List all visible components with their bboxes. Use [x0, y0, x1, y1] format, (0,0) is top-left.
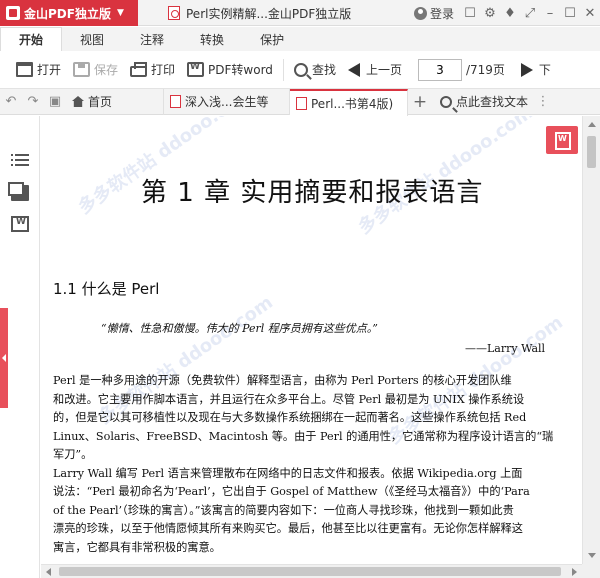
prev-page-button[interactable]: 上一页: [342, 56, 408, 84]
login-label: 登录: [429, 6, 454, 21]
find-text-label: 点此查找文本: [456, 95, 529, 109]
window-controls: 登录 ☐ ⚙ ♦ ⤢ – ☐ ✕: [413, 0, 600, 26]
scroll-thumb[interactable]: [587, 136, 596, 168]
pdf-to-word-button[interactable]: PDF转word: [181, 56, 279, 84]
tab-document-2[interactable]: Perl...书第4版): [290, 88, 408, 116]
save-small-icon[interactable]: ▣: [44, 89, 66, 115]
app-name: 金山PDF独立版: [24, 6, 111, 21]
minimize-icon[interactable]: –: [540, 0, 560, 26]
ribbon-tabs: 开始 视图 注释 转换 保护: [0, 27, 600, 51]
chevron-down-icon: ▼: [116, 8, 124, 18]
pdf-icon: [170, 95, 181, 108]
redo-icon[interactable]: ↷: [22, 89, 44, 115]
section-title: 1.1 什么是 Perl: [53, 280, 160, 298]
maximize-icon[interactable]: ☐: [560, 0, 580, 26]
tab-home[interactable]: 首页: [66, 88, 164, 115]
document-title: Perl实例精解...金山PDF独立版: [168, 0, 351, 26]
scroll-corner: [582, 564, 600, 578]
arrow-left-icon: [347, 62, 360, 77]
pdf-to-word-label: PDF转word: [208, 63, 273, 77]
close-icon[interactable]: ✕: [580, 0, 600, 26]
print-label: 打印: [151, 63, 176, 77]
more-icon[interactable]: ⋮: [532, 89, 554, 115]
find-button[interactable]: 查找: [288, 56, 342, 84]
text-line: Linux、Solaris、FreeBSD、Macintosh 等。由于 Per…: [53, 429, 554, 443]
find-label: 查找: [311, 63, 336, 77]
open-button[interactable]: 打开: [10, 56, 67, 84]
next-page-button[interactable]: 下: [515, 56, 557, 84]
outline-list-icon[interactable]: [11, 154, 29, 170]
user-icon: [413, 6, 427, 20]
app-logo-icon: [6, 6, 20, 20]
scroll-left-icon[interactable]: [46, 568, 51, 576]
prev-page-label: 上一页: [365, 63, 402, 77]
text-line: 和改进。它主要用作脚本语言，并且运行在众多平台上。尽管 Perl 最初是为 UN…: [53, 392, 525, 406]
text-line: 说法：“Perl 最初命名为‘Pearl’，它出自于 Gospel of Mat…: [53, 485, 530, 498]
gear-icon[interactable]: ⚙: [480, 0, 500, 26]
page-number-input[interactable]: [417, 58, 462, 81]
tab-convert[interactable]: 转换: [182, 27, 242, 51]
thumbnails-icon[interactable]: [8, 182, 29, 201]
text-line: Perl 是一种多用途的开源（免费软件）解释型语言，由称为 Perl Porte…: [53, 374, 512, 387]
undo-icon[interactable]: ↶: [0, 89, 22, 115]
save-label: 保存: [94, 63, 119, 77]
left-sidebar: [0, 116, 40, 578]
page-total: /719页: [465, 63, 505, 77]
scroll-up-icon[interactable]: [588, 122, 596, 127]
chapter-title: 第 1 章 实用摘要和报表语言: [141, 178, 484, 208]
text-line: 的，但是它以其可移植性以及现在与大多数操作系统捆绑在一起而著名。这些操作系统包括…: [53, 411, 527, 424]
fullscreen-icon[interactable]: ⤢: [520, 0, 540, 26]
tab-protect[interactable]: 保护: [242, 27, 302, 51]
convert-to-word-button[interactable]: [546, 126, 578, 154]
horizontal-scrollbar[interactable]: [41, 564, 582, 578]
scroll-thumb[interactable]: [59, 567, 561, 576]
skin-icon[interactable]: ♦: [500, 0, 520, 26]
tab-start[interactable]: 开始: [0, 27, 63, 51]
next-page-label: 下: [538, 63, 551, 77]
document-view[interactable]: 多多软件站 ddooo.com 多多软件站 ddooo.com 多多软件站 dd…: [41, 116, 582, 564]
toolbar-divider: [282, 58, 284, 81]
text-line: 寓言，它都具有非常积极的寓意。: [53, 540, 221, 554]
add-tab-button[interactable]: +: [408, 92, 432, 112]
arrow-right-icon: [520, 62, 533, 77]
find-text-button[interactable]: 点此查找文本: [440, 93, 528, 110]
tab-view[interactable]: 视图: [62, 27, 122, 51]
word-convert-icon[interactable]: [11, 216, 29, 232]
app-menu-button[interactable]: 金山PDF独立版 ▼: [0, 0, 138, 26]
tab-home-label: 首页: [88, 95, 113, 109]
scroll-right-icon[interactable]: [572, 568, 577, 576]
document-tab-strip: ↶ ↷ ▣ 首页 深入浅...会生等 Perl...书第4版) + 点此查找文本…: [0, 88, 600, 116]
text-line: Larry Wall 编写 Perl 语言来管理散布在网络中的日志文件和报表。依…: [53, 466, 523, 480]
tab-document-1-label: 深入浅...会生等: [185, 95, 269, 109]
text-line: of the Pearl’（珍珠的寓言）。”该寓言的简要内容如下：一位商人寻找珍…: [53, 503, 514, 517]
search-icon: [440, 95, 452, 108]
pdf-icon: [296, 96, 307, 110]
body-text: Perl 是一种多用途的开源（免费软件）解释型语言，由称为 Perl Porte…: [53, 372, 582, 557]
word-icon: [187, 62, 205, 77]
save-icon: [73, 62, 91, 77]
pdf-icon: [168, 6, 180, 20]
vertical-scrollbar[interactable]: [582, 116, 600, 564]
home-icon: [72, 96, 84, 107]
title-bar: 金山PDF独立版 ▼ Perl实例精解...金山PDF独立版 登录 ☐ ⚙ ♦ …: [0, 0, 600, 26]
text-line: 军刀”。: [53, 448, 93, 461]
save-button[interactable]: 保存: [67, 56, 124, 84]
epigraph-author: ——Larry Wall: [465, 342, 546, 355]
scroll-down-icon[interactable]: [588, 553, 596, 558]
open-label: 打开: [37, 63, 62, 77]
sidebar-toggle-handle[interactable]: [0, 308, 8, 408]
printer-icon: [130, 61, 148, 77]
tab-document-1[interactable]: 深入浅...会生等: [164, 88, 290, 115]
feedback-icon[interactable]: ☐: [460, 0, 480, 26]
tab-document-2-label: Perl...书第4版): [311, 96, 394, 111]
search-icon: [293, 62, 308, 77]
print-button[interactable]: 打印: [124, 56, 181, 84]
toolbar: 打开 保存 打印 PDF转word 查找 上一页 /719页 下: [0, 51, 600, 89]
login-button[interactable]: 登录: [413, 5, 454, 22]
tab-annotate[interactable]: 注释: [122, 27, 182, 51]
document-title-text: Perl实例精解...金山PDF独立版: [186, 6, 352, 21]
epigraph-quote: “懒惰、性急和傲慢。伟大的 Perl 程序员拥有这些优点。”: [101, 322, 378, 335]
folder-icon: [16, 62, 33, 77]
text-line: 漂亮的珍珠，以至于他情愿倾其所有来购买它。最后，他甚至比以往更富有。无论你怎样解…: [53, 522, 523, 535]
